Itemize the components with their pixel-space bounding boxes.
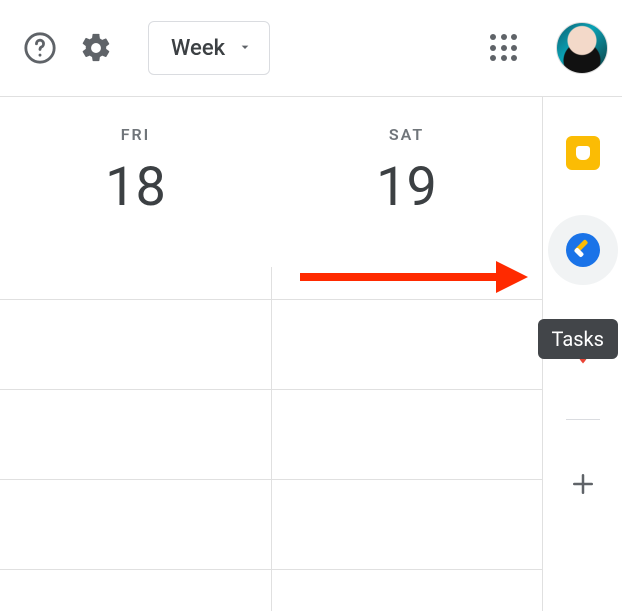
- help-button[interactable]: [18, 26, 62, 70]
- view-selector-label: Week: [171, 36, 225, 61]
- day-headers: FRI 18 SAT 19: [0, 97, 542, 277]
- day-abbr: FRI: [121, 125, 151, 144]
- grid-line: [0, 299, 542, 300]
- apps-grid-icon: [490, 34, 518, 62]
- day-number: 19: [376, 156, 437, 219]
- grid-line: [0, 389, 542, 390]
- side-panel: Tasks: [542, 97, 622, 611]
- tasks-tooltip: Tasks: [538, 319, 619, 359]
- grid-line: [0, 569, 542, 570]
- day-number: 18: [105, 156, 166, 219]
- tooltip-text: Tasks: [552, 327, 605, 351]
- grid-line: [0, 479, 542, 480]
- calendar-grid: FRI 18 SAT 19: [0, 97, 542, 611]
- day-abbr: SAT: [389, 125, 424, 144]
- side-panel-divider: [566, 419, 600, 420]
- top-toolbar: Week: [0, 0, 622, 96]
- tasks-button[interactable]: [548, 215, 618, 285]
- keep-icon: [566, 136, 600, 170]
- caret-down-icon: [237, 36, 253, 61]
- tasks-icon: [566, 233, 600, 267]
- main-area: FRI 18 SAT 19: [0, 97, 622, 611]
- day-column-sat[interactable]: SAT 19: [271, 97, 542, 277]
- day-column-fri[interactable]: FRI 18: [0, 97, 271, 277]
- account-avatar[interactable]: [556, 22, 608, 74]
- add-addon-button[interactable]: [563, 464, 603, 504]
- keep-button[interactable]: [555, 125, 611, 181]
- time-grid[interactable]: [0, 277, 542, 611]
- view-selector[interactable]: Week: [148, 21, 270, 75]
- google-apps-button[interactable]: [482, 26, 526, 70]
- grid-vertical-line: [271, 267, 272, 611]
- settings-button[interactable]: [74, 26, 118, 70]
